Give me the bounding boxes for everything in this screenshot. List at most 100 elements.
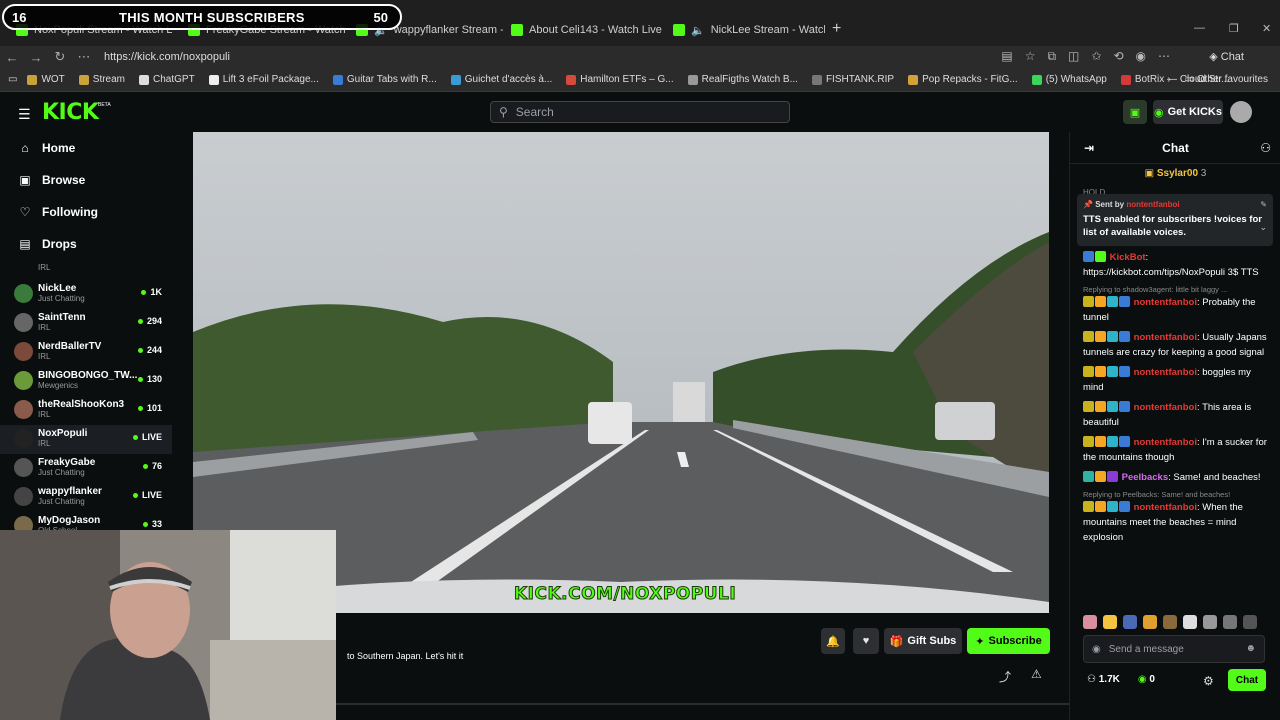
- user-avatar[interactable]: [1230, 101, 1252, 123]
- emote-icon[interactable]: [1083, 615, 1097, 629]
- nav-drops[interactable]: ▤ Drops: [0, 228, 172, 260]
- notifications-button[interactable]: 🔔: [821, 628, 845, 654]
- site-info-icon[interactable]: ⋯: [72, 49, 96, 65]
- channel-item[interactable]: wappyflanker Just Chatting LIVE: [0, 483, 172, 512]
- chat-leaderboard[interactable]: ▣ Ssylar00 3: [1070, 168, 1280, 179]
- forward-icon[interactable]: →: [24, 50, 48, 65]
- emote-icon[interactable]: [1183, 615, 1197, 629]
- url-field[interactable]: https://kick.com/noxpopuli: [104, 51, 230, 63]
- hamburger-menu-icon[interactable]: ☰: [18, 106, 31, 123]
- reload-icon[interactable]: ↻: [48, 49, 72, 65]
- bookmark-item[interactable]: FISHTANK.RIP: [811, 74, 894, 85]
- menu-icon[interactable]: ⋯: [1158, 49, 1170, 64]
- channel-item[interactable]: FreakyGabe Just Chatting 76: [0, 454, 172, 483]
- profile-icon[interactable]: ◉: [1136, 49, 1146, 64]
- follow-button[interactable]: ♥: [853, 628, 879, 654]
- chat-username[interactable]: nontentfanboi: [1134, 297, 1197, 308]
- history-icon[interactable]: ⟲: [1113, 49, 1123, 64]
- chat-username[interactable]: nontentfanboi: [1134, 437, 1197, 448]
- chat-message[interactable]: KickBot: https://kickbot.com/tips/NoxPop…: [1083, 250, 1273, 280]
- emote-icon[interactable]: [1203, 615, 1217, 629]
- reply-context[interactable]: Replying to Peelbacks: Same! and beaches…: [1083, 490, 1273, 499]
- channel-item[interactable]: NickLee Just Chatting 1K: [0, 280, 172, 309]
- send-chat-button[interactable]: Chat: [1228, 669, 1266, 691]
- report-icon[interactable]: ⚠: [1031, 667, 1042, 681]
- bookmark-item[interactable]: Pop Repacks - FitG...: [908, 74, 1018, 85]
- emote-icon[interactable]: [1163, 615, 1177, 629]
- favorite-star-icon[interactable]: ☆: [1025, 49, 1036, 64]
- unpin-icon[interactable]: ✎: [1260, 200, 1267, 209]
- chat-username[interactable]: nontentfanboi: [1134, 502, 1197, 513]
- chat-username[interactable]: nontentfanboi: [1134, 367, 1197, 378]
- channel-item[interactable]: NerdBallerTV IRL 244: [0, 338, 172, 367]
- badge-icon: [1095, 501, 1106, 512]
- extensions-icon[interactable]: ⧉: [1047, 49, 1056, 64]
- chat-username[interactable]: Peelbacks: [1122, 472, 1168, 483]
- chat-username[interactable]: nontentfanboi: [1134, 402, 1197, 413]
- bookmark-item[interactable]: RealFigths Watch B...: [687, 74, 798, 85]
- chat-message[interactable]: Peelbacks: Same! and beaches!: [1083, 470, 1273, 485]
- chat-username[interactable]: nontentfanboi: [1134, 332, 1197, 343]
- chevron-down-icon[interactable]: ⌄: [1259, 222, 1267, 233]
- reply-context[interactable]: Replying to shadow3agent: little bit lag…: [1083, 285, 1273, 294]
- subscribe-button[interactable]: ✦ Subscribe: [967, 628, 1050, 654]
- channel-viewers: 244: [137, 345, 162, 355]
- reader-icon[interactable]: ▤: [1001, 49, 1012, 64]
- chat-message[interactable]: nontentfanboi: When the mountains meet t…: [1083, 500, 1273, 545]
- channel-item[interactable]: SaintTenn IRL 294: [0, 309, 172, 338]
- minimize-icon[interactable]: —: [1194, 22, 1205, 34]
- nav-browse[interactable]: ▣ Browse: [0, 164, 172, 196]
- tab-celi143[interactable]: About Celi143 - Watch Live on Kick✕: [503, 19, 665, 41]
- new-tab-icon[interactable]: +: [832, 20, 841, 38]
- emote-icon[interactable]: [1243, 615, 1257, 629]
- chat-message[interactable]: nontentfanboi: boggles my mind: [1083, 365, 1273, 395]
- bookmark-item[interactable]: Stream: [78, 74, 125, 85]
- emote-icon[interactable]: [1103, 615, 1117, 629]
- channel-item[interactable]: MyDogJasonOld School33: [0, 512, 172, 530]
- tab-nicklee[interactable]: 🔈NickLee Stream - Watch Live o✕: [665, 19, 825, 41]
- channel-item[interactable]: BINGOBONGO_TW... Mewgenics 130: [0, 367, 172, 396]
- pinned-message[interactable]: 📌 Sent by nontentfanboi TTS enabled for …: [1077, 194, 1273, 246]
- search-input[interactable]: ⚲ Search: [490, 101, 790, 123]
- pinned-sent-by: Sent by: [1095, 200, 1125, 209]
- chat-settings-icon[interactable]: ⚙: [1203, 674, 1214, 688]
- bookmark-item[interactable]: Guichet d'accès à...: [450, 74, 552, 85]
- back-icon[interactable]: ←: [0, 50, 24, 65]
- channel-item[interactable]: theRealShooKon3 IRL 101: [0, 396, 172, 425]
- favorites-icon[interactable]: ✩: [1091, 49, 1101, 64]
- emote-icon[interactable]: [1143, 615, 1157, 629]
- gift-subs-button[interactable]: 🎁 Gift Subs: [884, 628, 962, 654]
- chat-identity-icon[interactable]: ◉: [1092, 644, 1101, 655]
- wallet-button[interactable]: ▣: [1123, 100, 1147, 124]
- chat-users-icon[interactable]: ⚇: [1260, 141, 1271, 155]
- nav-home[interactable]: ⌂ Home: [0, 132, 172, 164]
- collapse-chat-icon[interactable]: ⇥: [1084, 141, 1094, 155]
- chevron-right-icon[interactable]: ›: [1167, 74, 1170, 85]
- bookmark-item[interactable]: Hamilton ETFs – G...: [566, 74, 674, 85]
- nav-following[interactable]: ♡ Following: [0, 196, 172, 228]
- kick-logo[interactable]: KICK: [42, 100, 99, 125]
- chat-message[interactable]: nontentfanboi: Usually Japans tunnels ar…: [1083, 330, 1273, 360]
- bookmark-item[interactable]: Guitar Tabs with R...: [332, 74, 437, 85]
- bookmark-item[interactable]: Lift 3 eFoil Package...: [208, 74, 319, 85]
- chat-input[interactable]: ◉ Send a message ☻: [1083, 635, 1265, 663]
- close-window-icon[interactable]: ✕: [1262, 22, 1271, 35]
- emote-icon[interactable]: [1223, 615, 1237, 629]
- channel-item[interactable]: NoxPopuli IRL LIVE: [0, 425, 172, 454]
- bookmark-item[interactable]: ChatGPT: [139, 74, 195, 85]
- chat-message[interactable]: nontentfanboi: Probably the tunnel: [1083, 295, 1273, 325]
- copilot-chat-button[interactable]: ◈ Chat: [1209, 50, 1244, 63]
- other-favourites[interactable]: › ▭ Other favourites: [1167, 74, 1268, 85]
- emote-icon[interactable]: [1123, 615, 1137, 629]
- bookmark-item[interactable]: (5) WhatsApp: [1031, 74, 1107, 85]
- emoji-icon[interactable]: ☻: [1245, 643, 1256, 654]
- chat-message[interactable]: nontentfanboi: I'm a sucker for the moun…: [1083, 435, 1273, 465]
- bookmark-item[interactable]: WOT: [27, 74, 65, 85]
- get-kicks-button[interactable]: ◉ Get KICKs: [1153, 100, 1223, 124]
- chat-username[interactable]: KickBot: [1110, 252, 1146, 263]
- chat-message[interactable]: nontentfanboi: This area is beautiful: [1083, 400, 1273, 430]
- maximize-icon[interactable]: ❐: [1229, 22, 1239, 35]
- split-screen-icon[interactable]: ◫: [1068, 49, 1079, 64]
- share-icon[interactable]: ⤴: [999, 668, 1011, 685]
- tab-actions-icon[interactable]: ▭: [8, 74, 17, 85]
